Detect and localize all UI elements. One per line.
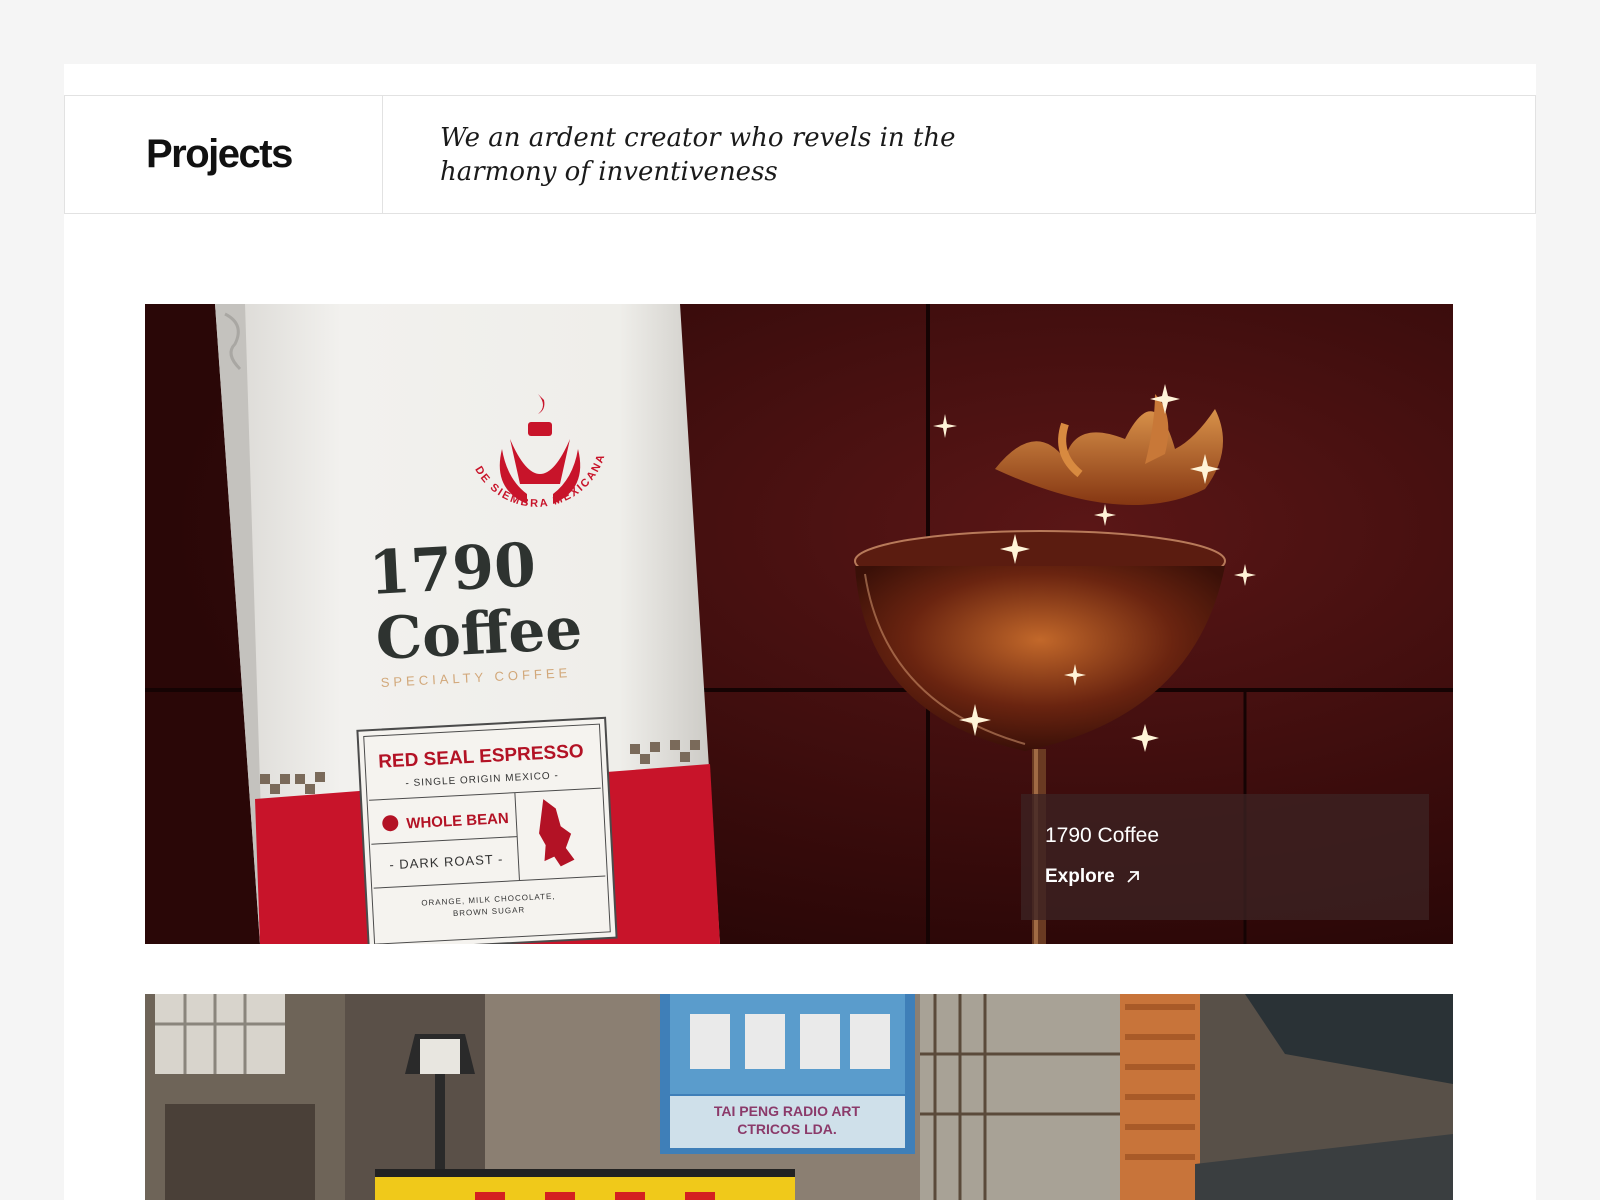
page-container: Projects We an ardent creator who revels… [64,64,1536,1200]
page-title: Projects [146,132,293,176]
arrow-up-right-icon [1127,871,1139,883]
street-project-image: TAI PENG RADIO ART CTRICOS LDA. [145,994,1453,1200]
project-card-coffee[interactable]: DE SIEMBRA MEXICANA 1790 Coffee SPECIALT… [145,304,1453,944]
page-tagline: We an ardent creator who revels in the h… [440,122,956,187]
project-title: 1790 Coffee [1045,824,1160,847]
street-sign-line1: TAI PENG RADIO ART [714,1103,861,1119]
project-card-street[interactable]: TAI PENG RADIO ART CTRICOS LDA. [145,994,1453,1200]
projects-header: Projects We an ardent creator who revels… [64,95,1536,214]
header-title-cell: Projects [65,96,383,213]
coffee-bag-brand-line2: Coffee [374,594,584,673]
header-tagline-cell: We an ardent creator who revels in the h… [383,96,1535,213]
explore-link[interactable]: Explore [1045,866,1141,888]
explore-label: Explore [1045,866,1115,887]
project-caption: 1790 Coffee Explore [1021,794,1429,920]
street-sign-line2: CTRICOS LDA. [737,1121,837,1137]
